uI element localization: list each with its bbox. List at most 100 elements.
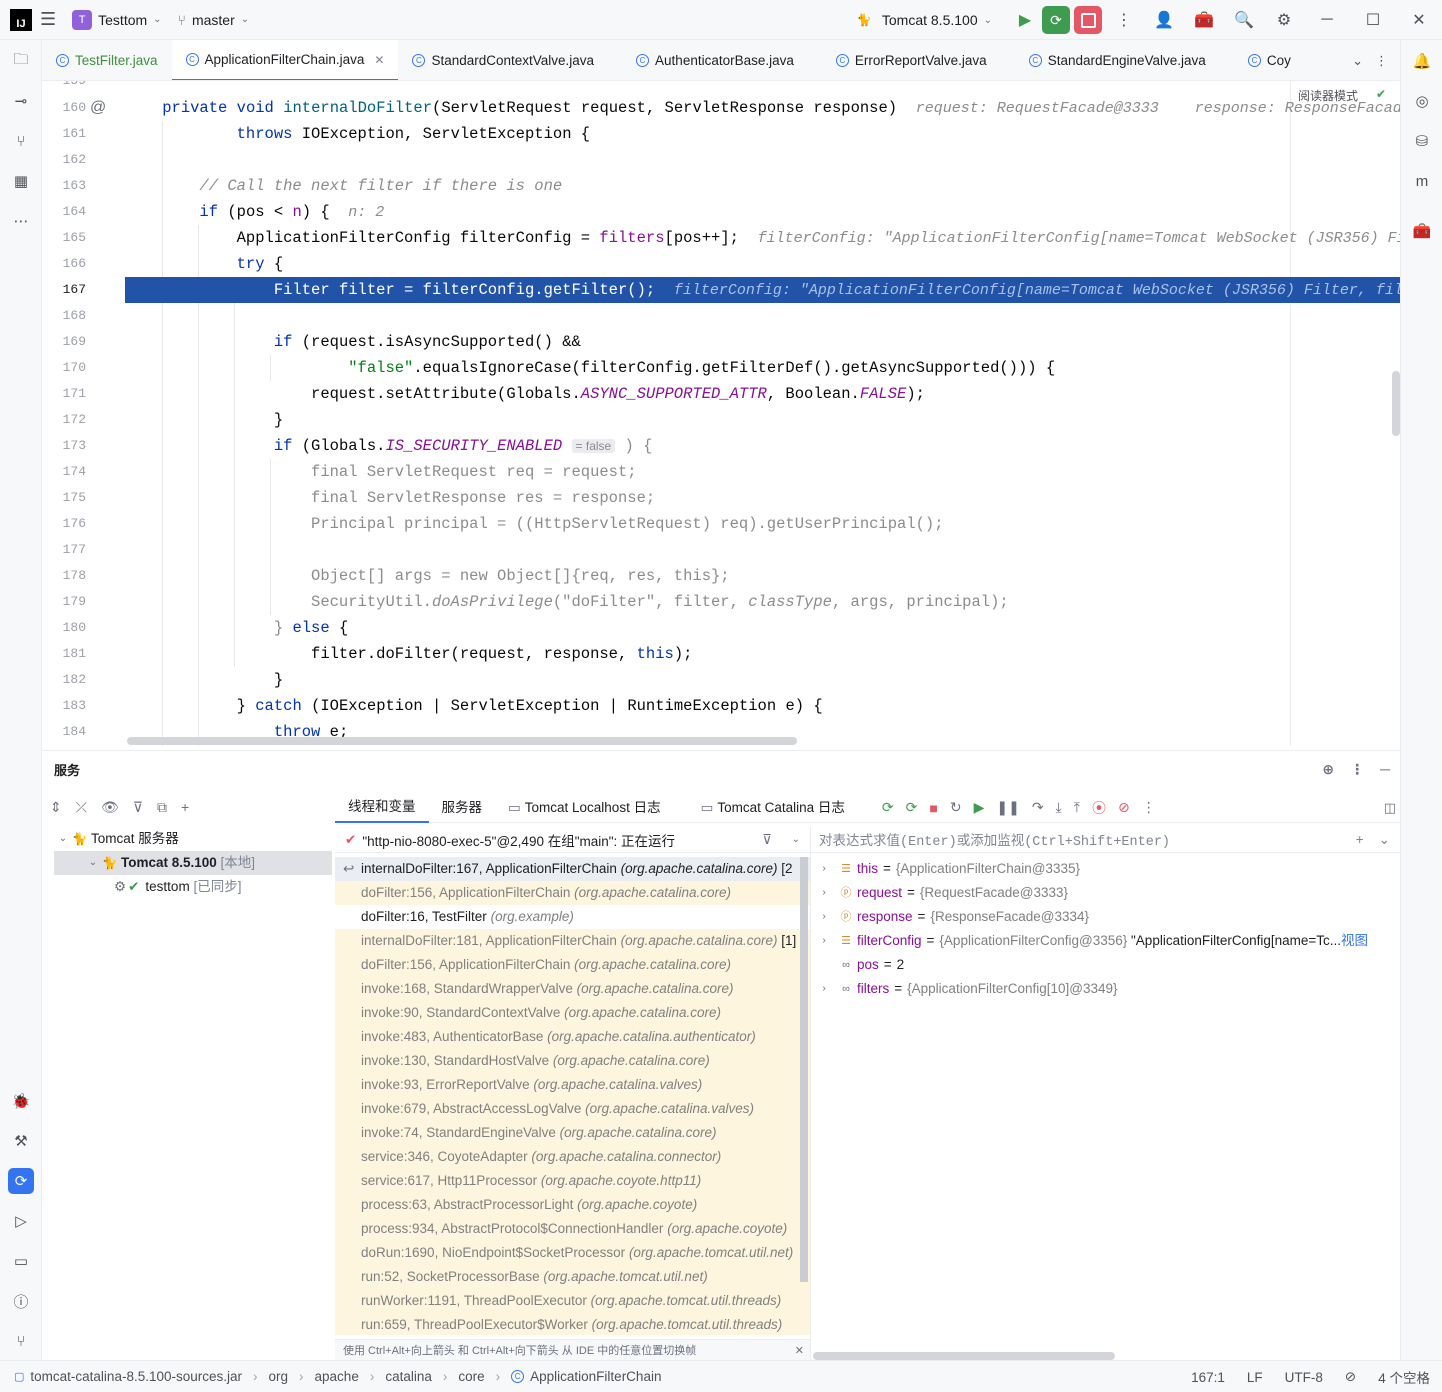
close-tab-icon[interactable]: ✕ xyxy=(374,53,384,67)
close-window-icon[interactable]: ✕ xyxy=(1396,0,1442,40)
view-link[interactable]: 视图 xyxy=(1341,929,1368,953)
structure-icon[interactable]: ▦ xyxy=(8,168,34,194)
tab-standardenginevalve[interactable]: C StandardEngineValve.java xyxy=(1001,40,1220,80)
search-icon[interactable]: 🔍 xyxy=(1224,0,1264,40)
frames-scrollbar[interactable] xyxy=(800,857,808,1282)
pause-icon[interactable]: ❚❚ xyxy=(996,799,1019,816)
frame-item[interactable]: doFilter:16, TestFilter (org.example) xyxy=(335,905,810,929)
collapse-all-icon[interactable]: ⤫ xyxy=(76,799,87,816)
filter-icon[interactable]: ⊽ xyxy=(133,799,143,816)
indent-setting[interactable]: 4 个空格 xyxy=(1378,1367,1430,1387)
panel-minimize-icon[interactable]: ─ xyxy=(1380,761,1390,777)
chevron-right-icon[interactable]: › xyxy=(811,977,837,1001)
variables-list[interactable]: › ☰ this = {ApplicationFilterChain@3335} ›… xyxy=(811,857,1400,1001)
commit-icon[interactable]: ⊸ xyxy=(8,88,34,114)
file-encoding[interactable]: UTF-8 xyxy=(1285,1370,1323,1385)
more-tools-icon[interactable]: ⋯ xyxy=(8,208,34,234)
add-service-icon[interactable]: + xyxy=(181,799,189,815)
step-out-icon[interactable]: ⤒ xyxy=(1074,799,1080,816)
frame-item[interactable]: invoke:90, StandardContextValve (org.apa… xyxy=(335,1001,810,1025)
tab-standardcontextvalve[interactable]: C StandardContextValve.java xyxy=(398,40,608,80)
frame-item[interactable]: invoke:679, AbstractAccessLogValve (org.… xyxy=(335,1097,810,1121)
code-area[interactable]: private void internalDoFilter(ServletReq… xyxy=(125,81,1400,746)
pull-requests-icon[interactable]: ⑂ xyxy=(8,128,34,154)
frame-item[interactable]: doFilter:156, ApplicationFilterChain (or… xyxy=(335,881,810,905)
frames-list[interactable]: ↩ internalDoFilter:167, ApplicationFilter… xyxy=(335,857,810,1335)
settings-gear-icon[interactable]: ⚙ xyxy=(1264,0,1304,40)
panel-settings-icon[interactable]: ⊕ xyxy=(1322,761,1334,778)
frame-item[interactable]: internalDoFilter:181, ApplicationFilterC… xyxy=(335,929,810,953)
resume-icon[interactable]: ▶ xyxy=(1010,0,1040,40)
tab-applicationfilterchain[interactable]: C ApplicationFilterChain.java ✕ xyxy=(171,40,399,80)
frame-item[interactable]: invoke:483, AuthenticatorBase (org.apach… xyxy=(335,1025,810,1049)
step-into-icon[interactable]: ⤓ xyxy=(1056,799,1062,816)
override-annotation-icon[interactable]: @ xyxy=(90,95,106,121)
chevron-down-icon[interactable]: ⌄ xyxy=(54,827,72,851)
chevron-down-icon[interactable]: ⌄ xyxy=(792,834,800,845)
show-icon[interactable]: 👁 xyxy=(101,799,119,816)
editor-horizontal-scrollbar[interactable] xyxy=(127,737,797,745)
problems-icon[interactable]: ⓘ xyxy=(8,1288,34,1314)
chevron-right-icon[interactable]: › xyxy=(811,929,837,953)
open-in-new-tab-icon[interactable]: ⧉ xyxy=(157,799,167,816)
project-selector[interactable]: T Testtom ⌄ xyxy=(64,0,169,40)
no-inspections-icon[interactable]: ⊘ xyxy=(1345,1369,1356,1385)
maximize-icon[interactable]: ☐ xyxy=(1350,0,1396,40)
breadcrumb-item[interactable]: catalina xyxy=(385,1369,432,1384)
chevron-right-icon[interactable]: › xyxy=(811,881,837,905)
tab-testfilter[interactable]: C TestFilter.java xyxy=(42,40,172,80)
ai-assistant-icon[interactable]: ◎ xyxy=(1409,88,1435,114)
tab-errorreportvalve[interactable]: C ErrorReportValve.java xyxy=(808,40,1001,80)
variable-row[interactable]: › ⓟ request = {RequestFacade@3333} xyxy=(811,881,1400,905)
stop-icon[interactable]: ■ xyxy=(929,800,937,816)
inspection-ok-icon[interactable]: ✔ xyxy=(1376,87,1386,101)
database-icon[interactable]: ⛁ xyxy=(1409,128,1435,154)
toolbox-icon[interactable]: 🧰 xyxy=(1409,218,1435,244)
code-editor[interactable]: 159 160 @ 161 162 163 164 165 166 167 16… xyxy=(42,81,1400,746)
frame-item[interactable]: run:659, ThreadPoolExecutor$Worker (org.… xyxy=(335,1313,810,1335)
panel-more-icon[interactable]: ⋮ xyxy=(1350,761,1364,778)
expand-all-icon[interactable]: ⇕ xyxy=(50,799,62,816)
variable-row[interactable]: › ⓟ response = {ResponseFacade@3334} xyxy=(811,905,1400,929)
stop-button[interactable] xyxy=(1074,6,1102,34)
tab-server[interactable]: 服务器 xyxy=(429,793,496,823)
variable-row[interactable]: ∞ pos = 2 xyxy=(811,953,1400,977)
restart-icon[interactable]: ↻ xyxy=(950,799,962,816)
tab-coyote[interactable]: C Coy xyxy=(1220,40,1305,80)
reader-mode-toggle[interactable]: 阅读器模式 xyxy=(1298,87,1358,104)
more-icon[interactable]: ⋮ xyxy=(1104,0,1144,40)
layout-icon[interactable]: ◫ xyxy=(1384,800,1396,816)
more-icon[interactable]: ⋮ xyxy=(1142,799,1156,816)
frame-item[interactable]: run:52, SocketProcessorBase (org.apache.… xyxy=(335,1265,810,1289)
tree-node-tomcat-servers[interactable]: ⌄ 🐈 Tomcat 服务器 xyxy=(42,827,332,851)
step-over-icon[interactable]: ↷ xyxy=(1032,799,1044,816)
frame-item[interactable]: process:934, AbstractProtocol$Connection… xyxy=(335,1217,810,1241)
rerun-icon[interactable]: ⟳ xyxy=(882,799,894,816)
run-icon[interactable]: ▷ xyxy=(8,1208,34,1234)
tab-localhost-log[interactable]: ▭ Tomcat Localhost 日志 xyxy=(495,793,674,823)
frame-item[interactable]: invoke:168, StandardWrapperValve (org.ap… xyxy=(335,977,810,1001)
close-hint-icon[interactable]: ✕ xyxy=(795,1340,804,1362)
variables-scrollbar[interactable] xyxy=(813,1352,1115,1360)
chevron-right-icon[interactable]: › xyxy=(811,857,837,881)
debug-rerun-button[interactable]: ⟳ xyxy=(1042,6,1070,34)
frame-item[interactable]: invoke:74, StandardEngineValve (org.apac… xyxy=(335,1121,810,1145)
tree-node-tomcat-server[interactable]: ⌄ 🐈 Tomcat 8.5.100 [本地] xyxy=(54,851,332,875)
add-user-icon[interactable]: 👤 xyxy=(1144,0,1184,40)
tree-node-artifact[interactable]: ⚙ ✔ testtom [已同步] xyxy=(42,875,332,899)
tab-authenticatorbase[interactable]: C AuthenticatorBase.java xyxy=(608,40,808,80)
debug-bug-icon[interactable]: 🐞 xyxy=(8,1088,34,1114)
frame-item[interactable]: invoke:130, StandardHostValve (org.apach… xyxy=(335,1049,810,1073)
tab-catalina-log[interactable]: ▭ Tomcat Catalina 日志 xyxy=(688,793,858,823)
mute-breakpoints-icon[interactable]: ⊘ xyxy=(1118,799,1130,816)
variable-row[interactable]: › ∞ filters = {ApplicationFilterConfig[10]… xyxy=(811,977,1400,1001)
main-menu-button[interactable]: ☰ xyxy=(32,0,64,40)
thread-selector[interactable]: ✔ "http-nio-8080-exec-5"@2,490 在组"main":… xyxy=(335,827,810,853)
view-breakpoints-icon[interactable]: ⦿ xyxy=(1092,798,1106,818)
editor-vertical-scrollbar[interactable] xyxy=(1392,371,1400,436)
line-separator[interactable]: LF xyxy=(1247,1370,1263,1385)
breadcrumb-item[interactable]: tomcat-catalina-8.5.100-sources.jar xyxy=(30,1369,242,1384)
line-gutter[interactable]: 159 160 @ 161 162 163 164 165 166 167 16… xyxy=(42,81,124,746)
git-icon[interactable]: ⑂ xyxy=(8,1328,34,1354)
debug-rerun-icon[interactable]: ⟳ xyxy=(906,799,918,816)
